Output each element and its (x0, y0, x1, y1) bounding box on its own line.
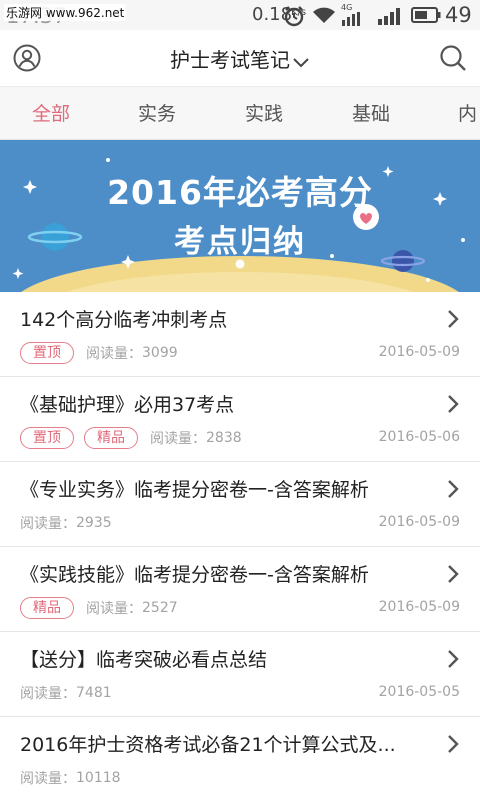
read-count-label: 阅读量： (86, 346, 142, 362)
read-count-label: 阅读量： (20, 686, 76, 702)
tab-skills[interactable]: 实践 (245, 99, 283, 126)
list-item[interactable]: 《实践技能》临考提分密卷一-含答案解析 精品 阅读量： 2527 2016-05-… (0, 547, 480, 632)
article-date: 2016-05-06 (378, 429, 460, 445)
list-item[interactable]: 【送分】临考突破必看点总结 阅读量： 7481 2016-05-05 (0, 632, 480, 717)
article-meta: 置顶 精品 阅读量： 2838 (20, 426, 242, 450)
status-bar: 17:37 乐游网 www.962.net 0.18 K/s 4G 49 (0, 0, 480, 30)
article-meta: 精品 阅读量： 2527 (20, 596, 178, 620)
article-title: 《实践技能》临考提分密卷一-含答案解析 (20, 564, 369, 586)
chevron-right-icon (448, 395, 459, 413)
banner-headline: 2016年必考高分 (107, 173, 373, 212)
article-meta: 阅读量： 7481 (20, 681, 112, 705)
tab-practice[interactable]: 实务 (138, 99, 176, 126)
battery-icon (411, 7, 441, 27)
article-title: 142个高分临考冲刺考点 (20, 309, 228, 331)
notebook-selector[interactable]: 护士考试笔记 (0, 44, 480, 74)
chevron-right-icon (448, 735, 459, 753)
article-meta: 阅读量： 10118 (20, 766, 121, 790)
list-item[interactable]: 《基础护理》必用37考点 置顶 精品 阅读量： 2838 2016-05-06 (0, 377, 480, 462)
read-count-label: 阅读量： (20, 771, 76, 787)
pinned-badge: 置顶 (20, 342, 74, 364)
featured-badge: 精品 (20, 597, 74, 619)
read-count-label: 阅读量： (86, 601, 142, 617)
promo-banner[interactable]: 2016年必考高分 考点归纳 (0, 140, 480, 292)
signal-icon (378, 7, 404, 29)
chevron-right-icon (448, 310, 459, 328)
article-meta: 阅读量： 2935 (20, 511, 112, 535)
read-count: 2527 (142, 600, 178, 616)
app-header: 护士考试笔记 (0, 30, 480, 86)
tab-basics[interactable]: 基础 (352, 99, 390, 126)
watermark: 乐游网 www.962.net (4, 4, 127, 21)
read-count: 2935 (76, 515, 112, 531)
category-tabs: 全部 实务 实践 基础 内 (0, 86, 480, 140)
battery-percent: 49 (445, 3, 472, 27)
read-count: 2838 (206, 430, 242, 446)
article-title: 2016年护士资格考试必备21个计算公式及... (20, 734, 396, 756)
search-icon (440, 45, 466, 71)
page-title: 护士考试笔记 (170, 48, 290, 72)
tab-internal[interactable]: 内 (458, 99, 477, 126)
chevron-right-icon (448, 480, 459, 498)
read-count: 10118 (76, 770, 121, 786)
wifi-icon (312, 5, 336, 29)
tab-all[interactable]: 全部 (32, 99, 70, 126)
article-date: 2016-05-09 (378, 344, 460, 360)
read-count-label: 阅读量： (150, 431, 206, 447)
article-title: 《基础护理》必用37考点 (20, 394, 235, 416)
alarm-icon (283, 5, 305, 31)
list-item[interactable]: 142个高分临考冲刺考点 置顶 阅读量： 3099 2016-05-09 (0, 292, 480, 377)
article-list: 142个高分临考冲刺考点 置顶 阅读量： 3099 2016-05-09 《基础护… (0, 292, 480, 800)
article-title: 《专业实务》临考提分密卷一-含答案解析 (20, 479, 369, 501)
read-count: 3099 (142, 345, 178, 361)
article-date: 2016-05-05 (378, 684, 460, 700)
article-meta: 置顶 阅读量： 3099 (20, 341, 178, 365)
list-item[interactable]: 2016年护士资格考试必备21个计算公式及... 阅读量： 10118 (0, 717, 480, 800)
chevron-right-icon (448, 650, 459, 668)
article-date: 2016-05-09 (378, 514, 460, 530)
list-item[interactable]: 《专业实务》临考提分密卷一-含答案解析 阅读量： 2935 2016-05-09 (0, 462, 480, 547)
chevron-right-icon (448, 565, 459, 583)
read-count-label: 阅读量： (20, 516, 76, 532)
read-count: 7481 (76, 685, 112, 701)
mobile-data-icon (342, 11, 366, 30)
pinned-badge: 置顶 (20, 427, 74, 449)
featured-badge: 精品 (84, 427, 138, 449)
banner-subheadline: 考点归纳 (174, 224, 306, 260)
article-title: 【送分】临考突破必看点总结 (20, 649, 268, 671)
article-date: 2016-05-09 (378, 599, 460, 615)
chevron-down-icon (292, 50, 310, 74)
search-button[interactable] (438, 43, 468, 73)
